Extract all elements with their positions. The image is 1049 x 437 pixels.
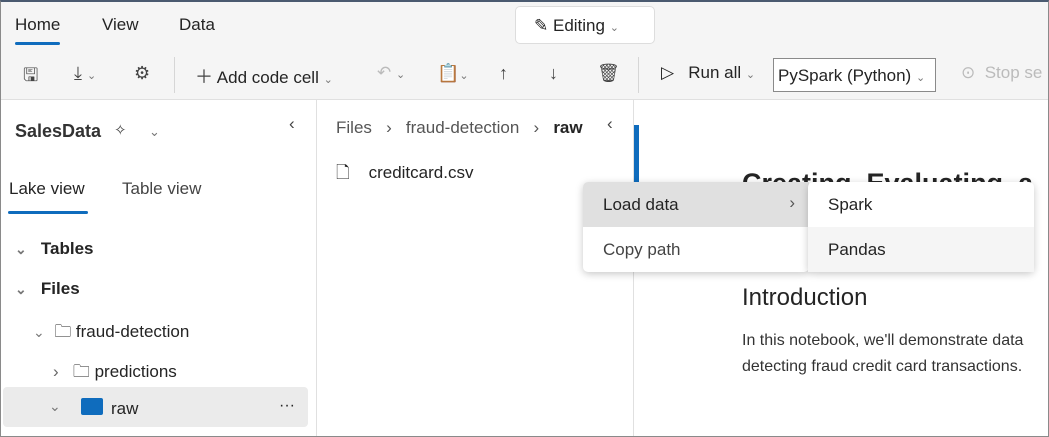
file-name: creditcard.csv bbox=[368, 163, 474, 182]
undo-icon[interactable]: ↶ ⌄ bbox=[377, 63, 405, 83]
tree-label: predictions bbox=[94, 362, 177, 381]
ribbon: Home View Data ✎ Editing ⌄ 🖫 ⤓ ⌄ ⚙ ＋ Add… bbox=[1, 2, 1048, 100]
tab-data[interactable]: Data bbox=[179, 15, 215, 35]
divider bbox=[174, 57, 175, 93]
save-icon[interactable]: 🖫 bbox=[23, 63, 38, 93]
notebook-heading: Introduction bbox=[742, 284, 868, 311]
collapse-explorer-icon[interactable]: ‹ bbox=[289, 114, 295, 134]
menu-item-copy-path[interactable]: Copy path bbox=[583, 227, 809, 272]
tab-view[interactable]: View bbox=[102, 15, 139, 35]
tab-lake-view[interactable]: Lake view bbox=[9, 179, 85, 199]
language-select[interactable]: PySpark (Python) ⌄ bbox=[773, 58, 936, 92]
tree-item-files[interactable]: ⌄ Files bbox=[15, 279, 80, 299]
menu-item-spark[interactable]: Spark bbox=[808, 182, 1034, 227]
tree-item-predictions[interactable]: › 🗀 predictions bbox=[53, 359, 177, 388]
divider bbox=[638, 57, 639, 93]
collapse-files-icon[interactable]: ‹ bbox=[607, 114, 613, 134]
divider bbox=[316, 100, 317, 436]
chevron-down-icon: ⌄ bbox=[609, 22, 619, 34]
lakehouse-name: SalesData bbox=[15, 121, 102, 141]
tree-item-fraud-detection[interactable]: ⌄ 🗀 fraud-detection bbox=[33, 319, 189, 348]
tree-label: Tables bbox=[40, 239, 94, 258]
breadcrumb-raw: raw bbox=[553, 118, 583, 137]
play-icon: ▷ bbox=[661, 63, 675, 82]
file-item[interactable]: 🗋 creditcard.csv bbox=[336, 160, 473, 189]
more-options-icon[interactable]: ··· bbox=[279, 397, 295, 415]
load-data-submenu: Spark Pandas bbox=[808, 182, 1034, 272]
run-all-label: Run all bbox=[688, 63, 742, 82]
tree-item-raw[interactable]: ⌄ raw ··· bbox=[3, 387, 308, 427]
menu-item-pandas[interactable]: Pandas bbox=[808, 227, 1034, 272]
tree-label: Files bbox=[40, 279, 80, 298]
settings-icon[interactable]: ⚙ bbox=[134, 63, 150, 84]
menu-label: Spark bbox=[828, 195, 873, 214]
editing-mode-button[interactable]: ✎ Editing ⌄ bbox=[515, 6, 655, 44]
tree-label: fraud-detection bbox=[75, 322, 190, 341]
menu-item-load-data[interactable]: Load data › bbox=[583, 182, 809, 227]
notebook-paragraph: In this notebook, we'll demonstrate data bbox=[742, 332, 1024, 349]
menu-label: Pandas bbox=[828, 240, 886, 259]
run-all-button[interactable]: ▷ Run all ⌄ bbox=[661, 63, 755, 83]
active-tab-indicator bbox=[8, 211, 88, 214]
cell-focus-indicator bbox=[634, 125, 639, 182]
stop-icon: ⊙ bbox=[961, 63, 976, 82]
language-value: PySpark (Python) bbox=[778, 66, 912, 85]
app-window: Home View Data ✎ Editing ⌄ 🖫 ⤓ ⌄ ⚙ ＋ Add… bbox=[0, 0, 1049, 437]
notebook-paragraph: detecting fraud credit card transactions… bbox=[742, 358, 1023, 375]
folder-icon: 🗀 bbox=[72, 362, 90, 381]
breadcrumb-fraud-detection[interactable]: fraud-detection bbox=[406, 118, 519, 137]
move-down-icon[interactable]: ↓ bbox=[549, 63, 558, 84]
tab-home[interactable]: Home bbox=[15, 15, 61, 45]
mode-label: Editing bbox=[552, 16, 605, 35]
stop-session-button[interactable]: ⊙ Stop se bbox=[961, 63, 1042, 83]
plus-icon: ＋ bbox=[195, 67, 213, 87]
menu-label: Copy path bbox=[603, 240, 681, 259]
menu-label: Load data bbox=[603, 195, 679, 214]
paste-icon[interactable]: 📋⌄ bbox=[437, 63, 469, 84]
context-menu: Load data › Copy path bbox=[583, 182, 809, 272]
pencil-icon: ✎ bbox=[534, 16, 549, 35]
move-up-icon[interactable]: ↑ bbox=[499, 63, 508, 84]
tree-item-tables[interactable]: ⌄ Tables bbox=[15, 239, 94, 259]
chevron-right-icon: › bbox=[789, 193, 795, 212]
breadcrumb: Files › fraud-detection › raw bbox=[336, 118, 583, 137]
folder-filled-icon bbox=[81, 398, 103, 415]
stop-session-label: Stop se bbox=[984, 63, 1043, 82]
delete-icon[interactable]: 🗑 bbox=[597, 63, 620, 84]
add-code-cell-button[interactable]: ＋ Add code cell ⌄ bbox=[195, 63, 333, 89]
add-code-cell-label: Add code cell bbox=[216, 68, 319, 87]
chevron-down-icon[interactable]: ⌄ bbox=[149, 124, 160, 140]
download-icon[interactable]: ⤓ ⌄ bbox=[74, 63, 96, 84]
tab-table-view[interactable]: Table view bbox=[122, 179, 201, 199]
file-icon: 🗋 bbox=[336, 163, 350, 182]
folder-icon: 🗀 bbox=[54, 322, 72, 341]
tree-label: raw bbox=[111, 399, 139, 418]
breadcrumb-files[interactable]: Files bbox=[336, 118, 372, 137]
pin-icon[interactable]: ✧ bbox=[114, 121, 127, 139]
